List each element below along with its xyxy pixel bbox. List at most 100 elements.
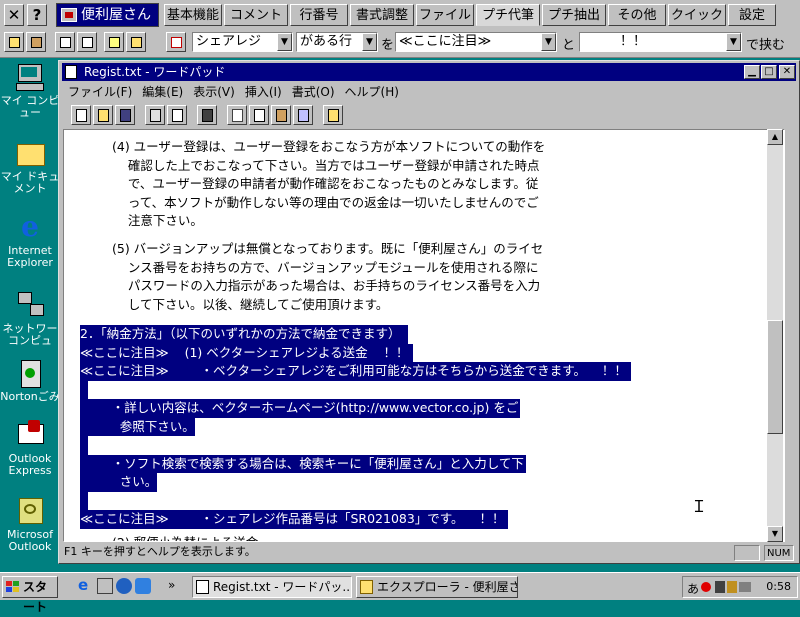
outlook-express-icon[interactable]: Outlook Express <box>0 420 60 477</box>
tab-basic[interactable]: 基本機能 <box>164 4 222 26</box>
volume-icon[interactable] <box>739 582 751 592</box>
desktop-icon-label: マイ コンピュー <box>0 94 60 119</box>
document-icon <box>65 65 77 79</box>
clock[interactable]: 0:58 <box>766 580 791 593</box>
clipboard-icon[interactable] <box>26 32 46 52</box>
menu-bar: ファイル(F) 編集(E) 表示(V) 挿入(I) 書式(O) ヘルプ(H) <box>63 83 404 101</box>
menu-format[interactable]: 書式(O) <box>287 83 340 101</box>
close-icon[interactable]: ✕ <box>779 65 795 79</box>
action-row: シェアレジ ▼ がある行 ▼ を ≪ここに注目≫ ▼ と ！！ ▼ で挟む <box>0 30 800 56</box>
cut-icon[interactable] <box>227 105 247 125</box>
chevron-down-icon[interactable]: ▼ <box>277 33 292 51</box>
desktop-icon-label: マイ ドキュメント <box>0 170 60 195</box>
menu-file[interactable]: ファイル(F) <box>63 83 137 101</box>
replace-icon[interactable] <box>126 32 146 52</box>
record-icon[interactable] <box>701 582 711 592</box>
network-icon[interactable]: ネットワー コンピュ <box>0 290 60 347</box>
tab-petit-ghostwrite[interactable]: プチ代筆 <box>476 4 540 26</box>
system-tray: あ 0:58 <box>682 576 798 598</box>
internet-explorer-icon[interactable]: e Internet Explorer <box>0 212 60 269</box>
start-button[interactable]: スタート <box>2 576 58 614</box>
find-icon[interactable] <box>104 32 124 52</box>
tab-line-number[interactable]: 行番号 <box>290 4 348 26</box>
chevron-down-icon[interactable]: ▼ <box>541 33 556 51</box>
print-icon[interactable] <box>145 105 165 125</box>
open-icon[interactable] <box>93 105 113 125</box>
document-area[interactable]: (4) ユーザー登録は、ユーザー登録をおこなう方が本ソフトについての動作を 確認… <box>63 129 785 542</box>
scroll-thumb[interactable] <box>767 320 783 434</box>
selected-line: さい。 <box>80 473 158 492</box>
menu-insert[interactable]: 挿入(I) <box>240 83 287 101</box>
tab-settings[interactable]: 設定 <box>728 4 776 26</box>
task-wordpad[interactable]: Regist.txt - ワードパッ... <box>192 576 352 598</box>
tab-quick[interactable]: クイック <box>668 4 726 26</box>
internet-explorer-icon[interactable]: e <box>78 578 94 594</box>
ime-indicator[interactable]: あ <box>687 580 699 597</box>
suffix-combo-value: ！！ <box>620 34 647 49</box>
minimize-icon[interactable]: ▁ <box>744 65 760 79</box>
my-computer-icon[interactable]: マイ コンピュー <box>0 62 60 119</box>
explorer-icon <box>360 580 373 594</box>
doc-line: ンス番号をお持ちの方で、バージョンアップモジュールを使用される際に <box>112 259 539 275</box>
tab-petit-extract[interactable]: プチ抽出 <box>542 4 606 26</box>
doc-line: パスワードの入力指示があった場合は、お手持ちのライセンス番号を入力 <box>112 278 541 293</box>
find-icon[interactable] <box>197 105 217 125</box>
selected-line: 2．「納金方法」（以下のいずれかの方法で納金できます） <box>80 325 409 344</box>
chevron-right-icon[interactable]: » <box>168 578 184 594</box>
maximize-icon[interactable]: □ <box>761 65 777 79</box>
task-explorer-label: エクスプローラ - 便利屋さん <box>377 580 518 594</box>
tab-file[interactable]: ファイル <box>416 4 474 26</box>
norton-recycle-icon[interactable]: Nortonごみ <box>0 358 60 403</box>
paste-icon[interactable] <box>271 105 291 125</box>
pen-icon[interactable] <box>715 581 725 593</box>
suffix-combo[interactable]: ！！ ▼ <box>579 32 742 52</box>
scroll-down-icon[interactable]: ▼ <box>767 526 783 542</box>
tab-comment[interactable]: コメント <box>224 4 288 26</box>
target-combo[interactable]: シェアレジ ▼ <box>192 32 293 52</box>
label-wo: を <box>381 38 395 53</box>
tab-format[interactable]: 書式調整 <box>350 4 414 26</box>
window-titlebar[interactable]: Regist.txt - ワードパッド ▁ □ ✕ <box>62 63 796 81</box>
datetime-icon[interactable] <box>323 105 343 125</box>
menu-edit[interactable]: 編集(E) <box>137 83 188 101</box>
copy-icon[interactable] <box>249 105 269 125</box>
app-name-button[interactable]: 便利屋さん <box>56 3 159 27</box>
print-preview-icon[interactable] <box>167 105 187 125</box>
tool-icon[interactable] <box>727 581 737 593</box>
menu-help[interactable]: ヘルプ(H) <box>340 83 404 101</box>
chevron-down-icon[interactable]: ▼ <box>362 33 377 51</box>
enclose-button[interactable]: で挟む <box>746 34 785 53</box>
show-desktop-icon[interactable] <box>97 578 113 594</box>
list-icon[interactable] <box>77 32 97 52</box>
vertical-scrollbar[interactable]: ▲ ▼ <box>767 129 783 542</box>
my-documents-icon[interactable]: マイ ドキュメント <box>0 138 60 195</box>
document-icon[interactable] <box>55 32 75 52</box>
pen-icon[interactable] <box>166 32 186 52</box>
undo-icon[interactable] <box>293 105 313 125</box>
chevron-down-icon[interactable]: ▼ <box>726 33 741 51</box>
doc-line: (2) 郵便小為替による送金 <box>112 534 258 541</box>
task-wordpad-label: Regist.txt - ワードパッ... <box>213 580 352 594</box>
app-toolbar: ✕ ? 便利屋さん 基本機能 コメント 行番号 書式調整 ファイル プチ代筆 プ… <box>0 0 800 58</box>
channel-icon[interactable] <box>135 578 151 594</box>
doc-line: 注意下さい。 <box>112 213 203 228</box>
new-icon[interactable] <box>71 105 91 125</box>
wordpad-toolbar <box>63 103 363 127</box>
condition-combo[interactable]: がある行 ▼ <box>296 32 378 52</box>
microsoft-outlook-icon[interactable]: Microsof Outlook <box>0 496 60 553</box>
prefix-combo[interactable]: ≪ここに注目≫ ▼ <box>395 32 557 52</box>
help-button[interactable]: ? <box>27 4 47 26</box>
status-bar: F1 キーを押すとヘルプを表示します。 NUM <box>62 544 796 562</box>
menu-view[interactable]: 表示(V) <box>188 83 240 101</box>
doc-line: (4) ユーザー登録は、ユーザー登録をおこなう方が本ソフトについての動作を <box>112 139 546 154</box>
doc-line: で、ユーザー登録の申請者が動作確認をおこなったものとみなします。従 <box>112 176 539 191</box>
selected-empty-line <box>80 436 88 455</box>
tab-other[interactable]: その他 <box>608 4 666 26</box>
outlook-express-icon[interactable] <box>116 578 132 594</box>
close-button[interactable]: ✕ <box>4 4 24 26</box>
save-icon[interactable] <box>115 105 135 125</box>
edit-icon[interactable] <box>4 32 24 52</box>
scroll-up-icon[interactable]: ▲ <box>767 129 783 145</box>
task-explorer[interactable]: エクスプローラ - 便利屋さん <box>356 576 518 598</box>
selected-line: 参照下さい。 <box>80 417 195 436</box>
